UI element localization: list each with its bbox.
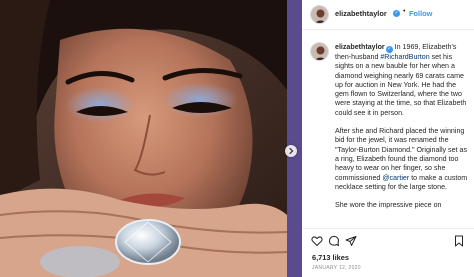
verified-badge-icon: ✓: [393, 10, 400, 17]
portrait-image: [0, 0, 287, 277]
follow-button[interactable]: Follow: [409, 9, 432, 18]
comment-icon[interactable]: [328, 235, 340, 247]
heart-icon[interactable]: [311, 235, 323, 247]
carousel-next-button[interactable]: [285, 145, 297, 157]
hashtag-link[interactable]: #RichardBurton: [380, 53, 429, 61]
share-icon[interactable]: [345, 235, 357, 247]
bookmark-icon[interactable]: [453, 235, 465, 247]
caption-text: elizabethtaylor ✓ In 1969, Elizabeth's the…: [335, 43, 469, 219]
caption-username-link[interactable]: elizabethtaylor: [335, 43, 385, 51]
likes-count[interactable]: 6,713 likes: [312, 253, 349, 262]
post-photo[interactable]: [0, 0, 287, 277]
caption-p1-end: set his sights on a new bauble for her w…: [335, 53, 467, 117]
chevron-right-icon: [289, 147, 294, 155]
separator-dot: •: [403, 8, 406, 15]
post-sidebar: elizabethtaylor ✓ • Follow elizabethtayl…: [302, 0, 474, 277]
avatar[interactable]: [310, 5, 329, 24]
post-actions: 6,713 likes JANUARY 12, 2020: [302, 228, 474, 277]
verified-badge-icon: ✓: [385, 46, 393, 53]
post-date: JANUARY 12, 2020: [312, 265, 361, 271]
post-header: elizabethtaylor ✓ • Follow: [302, 0, 474, 30]
username-link[interactable]: elizabethtaylor: [335, 9, 387, 18]
mention-link[interactable]: @cartier: [382, 174, 409, 182]
caption-area: elizabethtaylor ✓ In 1969, Elizabeth's the…: [302, 30, 474, 228]
caption-avatar[interactable]: [310, 42, 329, 61]
caption-p3-start: She wore the impressive piece on: [335, 201, 442, 210]
